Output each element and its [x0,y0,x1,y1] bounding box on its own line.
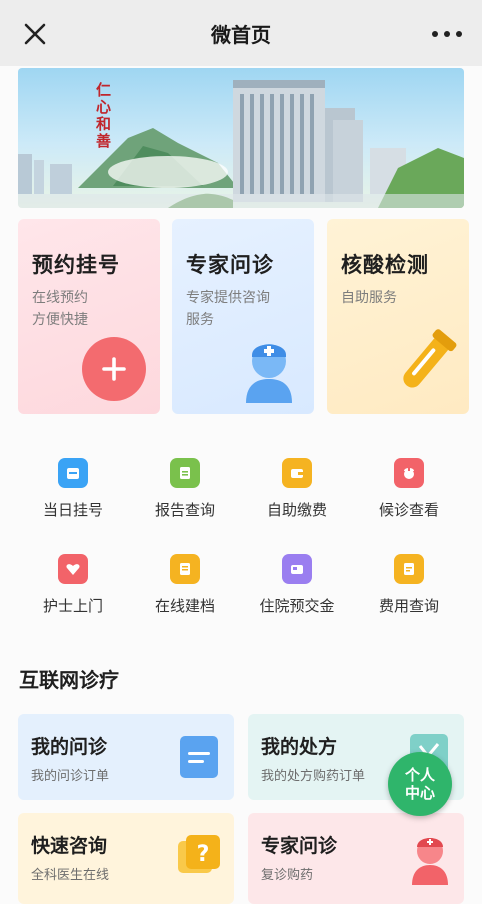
quick-consult-title: 快速咨询 [31,835,108,857]
wallet-icon [282,458,312,488]
service-inpatient-deposit[interactable]: 住院预交金 [242,537,352,617]
service-report-query[interactable]: 报告查询 [130,441,240,521]
service-label: 当日挂号 [42,501,103,519]
appointment-subtitle: 在线预约 方便快捷 [32,290,88,328]
appointment-card[interactable]: 预约挂号 在线预约 方便快捷 [18,219,160,414]
nucleic-test-subtitle: 自助服务 [341,290,397,306]
personal-center-line1: 个人 [404,766,435,784]
doctor-icon [410,831,450,889]
service-label: 报告查询 [154,501,215,519]
service-label: 在线建档 [154,597,215,615]
service-label: 费用查询 [378,597,439,615]
personal-center-line2: 中心 [404,784,435,802]
question-icon: ? [176,833,222,885]
service-label: 护士上门 [42,597,103,615]
expert-consult-title: 专家问诊 [186,253,274,277]
service-nurse-home-visit[interactable]: 护士上门 [18,537,128,617]
bed-icon [282,554,312,584]
report-icon [170,458,200,488]
my-prescription-title: 我的处方 [261,736,338,758]
service-label: 候诊查看 [378,501,439,519]
service-grid: 当日挂号 报告查询 自助缴费 候诊查看 护士上门 在线建档 住院预交金 费用查询 [18,441,464,641]
service-label: 自助缴费 [266,501,327,519]
expert-consult-small-subtitle: 复诊购药 [261,868,314,883]
top-bar: 微首页 [0,0,482,66]
quick-consult-subtitle: 全科医生在线 [31,868,110,883]
close-icon[interactable] [22,21,48,47]
service-waiting-view[interactable]: 候诊查看 [354,441,464,521]
my-consultation-title: 我的问诊 [31,736,108,758]
expert-consult-subtitle: 专家提供咨询 服务 [186,290,270,328]
document-icon [170,554,200,584]
service-online-record[interactable]: 在线建档 [130,537,240,617]
heart-icon [58,554,88,584]
banner-logo-text: 仁心和善 [96,81,112,150]
service-self-payment[interactable]: 自助缴费 [242,441,352,521]
service-same-day-registration[interactable]: 当日挂号 [18,441,128,521]
nucleic-test-card[interactable]: 核酸检测 自助服务 [327,219,469,414]
banner-illustration [18,80,464,208]
personal-center-button[interactable]: 个人 中心 [388,752,452,816]
hospital-banner[interactable]: 仁心和善 [18,68,464,208]
main-content: 仁心和善 预约挂号 在线预约 方便快捷 专家问诊 专家提供咨询 服务 核酸检测 … [0,66,482,904]
service-label: 住院预交金 [259,597,335,615]
expert-consult-small-card[interactable]: 专家问诊 复诊购药 [248,813,464,904]
nucleic-test-title: 核酸检测 [341,253,429,277]
expert-consult-small-title: 专家问诊 [261,835,338,857]
doctor-icon [240,331,298,407]
plus-icon [82,337,146,401]
quick-consult-card[interactable]: 快速咨询 全科医生在线 ? [18,813,234,904]
form-icon [180,736,220,782]
my-consultation-card[interactable]: 我的问诊 我的问诊订单 [18,714,234,800]
service-cost-query[interactable]: 费用查询 [354,537,464,617]
appointment-title: 预约挂号 [32,253,120,277]
bill-icon [394,554,424,584]
test-tube-icon [385,327,459,411]
my-consultation-subtitle: 我的问诊订单 [31,769,110,784]
expert-consult-card[interactable]: 专家问诊 专家提供咨询 服务 [172,219,314,414]
my-prescription-subtitle: 我的处方购药订单 [261,769,366,784]
section-title: 互联网诊疗 [19,668,119,692]
calendar-icon [58,458,88,488]
page-title: 微首页 [211,22,271,47]
nurse-icon [394,458,424,488]
more-icon[interactable] [432,24,462,44]
svg-text:?: ? [197,842,210,867]
